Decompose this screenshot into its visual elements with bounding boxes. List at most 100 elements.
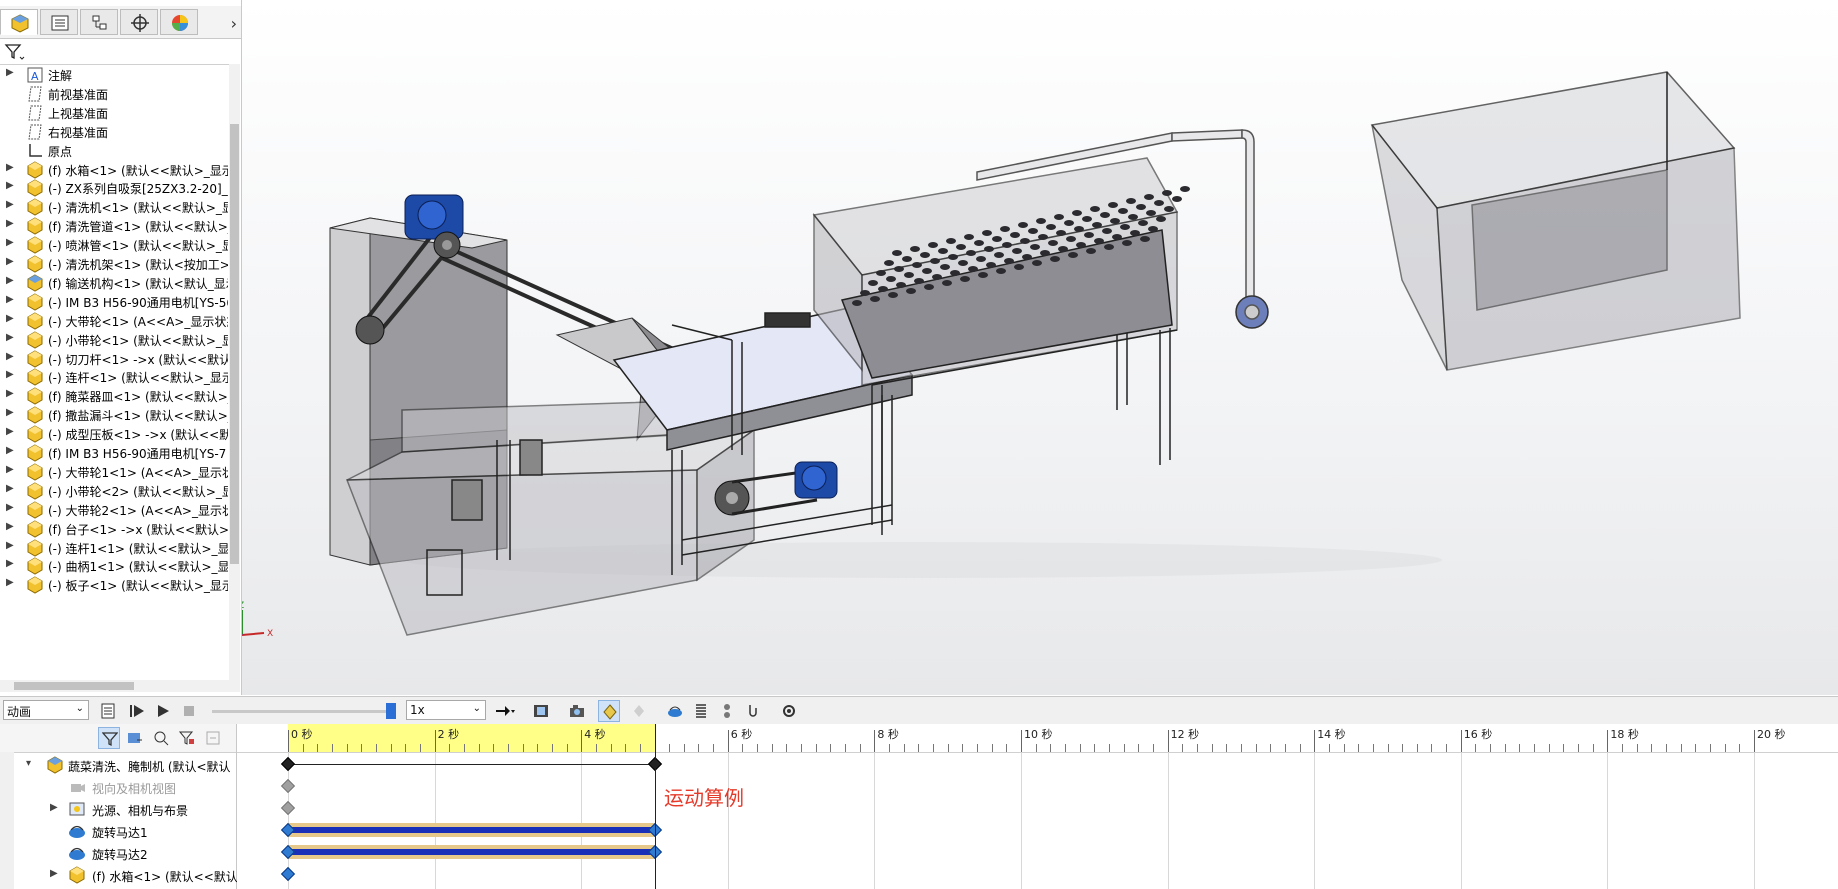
expand-arrow-icon[interactable]: ▶ [50,868,58,879]
playback-mode-button[interactable] [492,700,515,722]
calculate-button[interactable] [98,700,120,722]
expand-arrow-icon[interactable]: ▶ [6,237,14,248]
animation-wizard-button[interactable] [566,700,588,722]
start-key-icon[interactable] [280,756,296,772]
tree-item[interactable]: ▶ (-) 板子<1> (默认<<默认>_显示 [0,574,228,596]
part-icon [26,520,44,538]
gravity-button[interactable] [742,700,764,722]
study-type-dropdown[interactable]: 动画 ⌄ [3,700,89,720]
current-time-bar[interactable] [654,724,656,889]
play-from-start-button[interactable] [126,700,148,722]
playback-speed-value: 1x [410,703,425,717]
ruler-minor-tick [1534,744,1536,752]
motor-track-1[interactable] [288,827,655,833]
expand-arrow-icon[interactable]: ▶ [6,521,14,532]
motion-tree-item[interactable]: ▶ (f) 水箱<1> (默认<<默认 [0,864,238,886]
graphics-viewport[interactable]: Z X Y [242,0,1838,695]
motion-tree-item[interactable]: 旋转马达1 [0,820,236,842]
expand-arrow-icon[interactable]: ▶ [6,294,14,305]
filter-driving-button[interactable] [124,727,146,749]
expand-arrow-icon[interactable]: ▶ [6,445,14,456]
motion-tree-item[interactable]: 视向及相机视图 [0,776,236,798]
part-key-icon[interactable] [280,866,296,882]
expand-arrow-icon[interactable]: ▶ [6,558,14,569]
configuration-manager-tab[interactable] [80,9,118,35]
ruler-minor-tick [991,744,993,752]
playback-slider[interactable] [212,703,396,719]
expand-arrow-icon[interactable]: ▶ [6,369,14,380]
ruler-minor-tick [1651,744,1653,752]
expand-arrow-icon[interactable]: ▶ [6,313,14,324]
dimxpert-manager-tab[interactable] [120,9,158,35]
motor-track-2[interactable] [288,849,655,855]
expand-arrow-icon[interactable]: ▶ [6,540,14,551]
play-button[interactable] [152,700,174,722]
motion-tree-item[interactable]: ▶ 光源、相机与布景 [0,798,236,820]
property-manager-tab[interactable] [40,9,78,35]
ruler-major-tick [1607,730,1609,752]
feature-tree-scrollbar[interactable] [229,64,240,680]
expand-arrow-icon[interactable]: ▶ [6,67,14,78]
expand-arrow-icon[interactable]: ▶ [6,256,14,267]
part-icon [26,349,44,368]
collapse-tree-button[interactable] [202,727,224,749]
filter-driving-icon [128,733,142,743]
filter-icon[interactable] [4,42,26,62]
expand-arrow-icon[interactable]: ▶ [6,351,14,362]
filter-results-button[interactable] [176,727,198,749]
filter-animated-button[interactable] [98,727,120,749]
expand-arrow-icon[interactable]: ▶ [6,577,14,588]
expand-arrow-icon[interactable]: ▶ [6,162,14,173]
motor-button[interactable] [664,700,686,722]
part-icon [26,293,44,311]
expand-arrow-icon[interactable]: ▶ [6,275,14,286]
feature-tree-tab[interactable] [0,9,38,35]
panel-expand-arrow-icon[interactable]: › [231,14,237,33]
expand-arrow-icon[interactable]: ▶ [6,407,14,418]
stop-button[interactable] [178,700,200,722]
ruler-minor-tick [522,744,524,752]
ruler-minor-tick [845,744,847,752]
motion-tree-item-label: 视向及相机视图 [92,782,177,796]
view-key-icon[interactable] [280,778,296,794]
motion-tree-item[interactable]: ▾ 蔬菜清洗、腌制机 (默认<默认 [0,754,236,776]
expand-arrow-icon[interactable]: ▶ [6,502,14,513]
ruler-tick-label: 18 秒 [1610,728,1639,741]
expand-arrow-icon[interactable]: ▶ [6,332,14,343]
ruler-tick-label: 10 秒 [1024,728,1053,741]
filter-selected-button[interactable] [150,727,172,749]
display-manager-tab[interactable] [160,9,198,35]
feature-tree-horizontal-scrollbar[interactable] [0,680,240,692]
study-properties-button[interactable] [778,700,800,722]
expand-arrow-icon[interactable]: ▶ [6,180,14,191]
time-ruler[interactable]: 0 秒 2 秒 4 秒 6 秒 8 秒 10 秒 12 秒 14 秒 16 秒 18 秒 20 秒 [237,724,1838,753]
add-key-button[interactable] [628,700,650,722]
slider-knob[interactable] [386,703,396,719]
expand-arrow-icon[interactable]: ▶ [6,464,14,475]
autokey-button[interactable] [598,700,620,722]
contact-button[interactable] [716,700,738,722]
expand-arrow-icon[interactable]: ▶ [6,483,14,494]
expand-arrow-icon[interactable]: ▶ [6,388,14,399]
assembly-time-span[interactable] [288,764,655,765]
expand-arrow-icon[interactable]: ▶ [6,199,14,210]
expand-arrow-icon[interactable]: ▶ [6,426,14,437]
tree-item-label: (f) 腌菜器皿<1> (默认<<默认>_ [48,390,228,405]
playback-speed-dropdown[interactable]: 1x ⌄ [406,700,486,720]
lights-key-icon[interactable] [280,800,296,816]
part-icon [26,198,44,216]
motion-tree-item[interactable]: 旋转马达2 [0,842,236,864]
expand-arrow-icon[interactable]: ▶ [6,218,14,229]
save-animation-button[interactable] [530,700,552,722]
expand-arrow-icon[interactable]: ▶ [50,802,58,813]
tree-item-label: (f) 撒盐漏斗<1> (默认<<默认>_ [48,409,228,424]
expand-arrow-icon[interactable]: ▾ [26,758,31,769]
timeline-panel[interactable]: 0 秒2 秒4 秒6 秒8 秒 10 秒 12 秒 14 秒 16 秒 18 秒 20 秒 … [237,724,1838,889]
assembly-3d-model[interactable]: Z X Y [242,0,1838,695]
motion-study-toolbar: 动画 ⌄ 1x ⌄ [0,696,1838,726]
tree-item-label: 原点 [48,144,73,159]
spring-button[interactable] [690,700,712,722]
tree-item-label: (f) 水箱<1> (默认<<默认>_显示 [48,163,228,178]
ruler-minor-tick [595,744,597,752]
ruler-minor-tick [947,744,949,752]
